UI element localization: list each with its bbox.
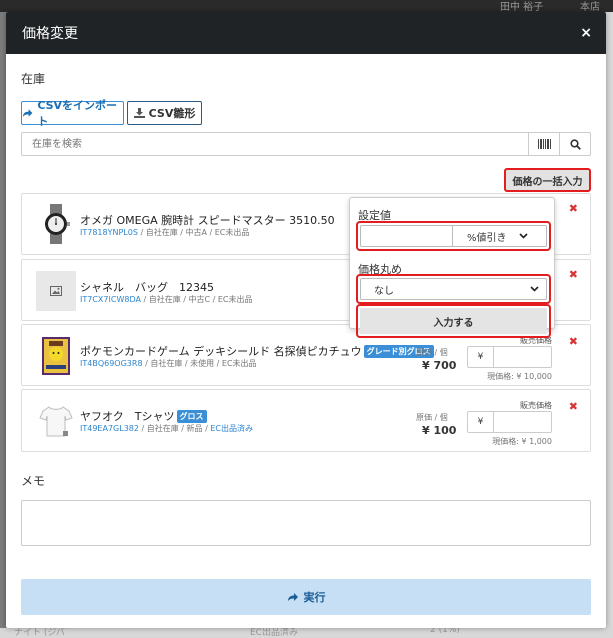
item-meta: IT7CX7ICW8DA / 自社在庫 / 中古C / EC未出品: [80, 294, 253, 305]
setting-value-highlight: %値引き: [356, 221, 551, 251]
item-name-text: ポケモンカードゲーム デッキシールド 名探偵ピカチュウ: [80, 345, 362, 358]
cost-value: ¥ 100: [422, 424, 457, 437]
pokemon-card-thumbnail: [36, 336, 76, 376]
delete-item-icon[interactable]: ✖: [569, 400, 578, 413]
bulk-price-input-button[interactable]: 価格の一括入力: [504, 168, 591, 192]
setting-value-group: %値引き: [360, 225, 547, 247]
sale-price-input[interactable]: [494, 412, 551, 432]
background-bottom-strip: ナイト (ジバ EC出品済み 2 (1%): [0, 625, 613, 638]
item-status-text: / 自社在庫 / 未使用 / EC未出品: [142, 359, 257, 368]
rounding-select[interactable]: なし: [360, 278, 547, 300]
discount-type-value: %値引き: [467, 232, 507, 244]
discount-type-select[interactable]: %値引き: [453, 229, 546, 244]
delete-item-icon[interactable]: ✖: [569, 335, 578, 348]
item-code-link[interactable]: IT7CX7ICW8DA: [80, 295, 141, 304]
price-change-modal: 価格変更 × 在庫 CSVをインポート CSV雛形 価格の一括入力 オメガ OM…: [6, 12, 606, 628]
rounding-highlight: なし: [356, 274, 551, 304]
share-arrow-icon: [287, 593, 298, 601]
share-arrow-icon: [22, 109, 33, 117]
execute-button[interactable]: 実行: [21, 579, 591, 615]
item-code-link[interactable]: IT4BQ69OG3R8: [80, 359, 143, 368]
item-code-link[interactable]: IT49EA7GL382: [80, 424, 139, 433]
sale-price-field: ¥: [467, 411, 552, 433]
modal-header: 価格変更 ×: [6, 12, 606, 54]
sale-price-input[interactable]: [494, 347, 551, 367]
memo-textarea[interactable]: [21, 500, 591, 546]
csv-import-label: CSVをインポート: [37, 99, 118, 128]
item-name: ヤフオク Tシャツ グロス: [80, 408, 207, 424]
execute-label: 実行: [303, 591, 326, 604]
rounding-value: なし: [374, 285, 394, 297]
cost-value: ¥ 700: [422, 359, 457, 372]
memo-label: メモ: [21, 474, 46, 488]
item-meta: IT7818YNPL0S / 自社在庫 / 中古A / EC未出品: [80, 227, 249, 238]
barcode-icon: [537, 139, 551, 149]
delete-item-icon[interactable]: ✖: [569, 202, 578, 215]
chevron-down-icon: [518, 233, 528, 239]
apply-highlight: 入力する: [356, 304, 551, 338]
inventory-search-box: [21, 132, 591, 156]
inventory-search-input[interactable]: [22, 133, 528, 155]
yen-addon: ¥: [468, 412, 494, 432]
cost-label: 原価 / 個: [416, 348, 448, 357]
apply-bulk-button[interactable]: 入力する: [360, 308, 547, 334]
background-top-bar: 田中 裕子 本店: [0, 0, 613, 13]
item-status-text: / 自社在庫 / 新品 /: [138, 424, 211, 433]
search-button[interactable]: [559, 133, 590, 155]
item-status-text: / 自社在庫 / 中古A / EC未出品: [137, 228, 250, 237]
tshirt-thumbnail: [36, 401, 76, 441]
gross-badge: グロス: [176, 410, 207, 423]
csv-template-label: CSV雛形: [148, 107, 196, 120]
barcode-button[interactable]: [528, 133, 559, 155]
watch-thumbnail: [36, 204, 76, 244]
item-name: シャネル バッグ 12345: [80, 281, 214, 294]
chevron-down-icon: [530, 286, 539, 292]
bulk-price-popup: 設定値 %値引き 価格丸め なし 入力する: [349, 197, 555, 338]
item-meta: IT4BQ69OG3R8 / 自社在庫 / 未使用 / EC未出品: [80, 358, 257, 369]
item-name: ポケモンカードゲーム デッキシールド 名探偵ピカチュウ グレード別グロス: [80, 343, 434, 359]
current-price: 現価格: ¥ 10,000: [487, 372, 552, 381]
inventory-section-label: 在庫: [21, 72, 46, 86]
item-code-link[interactable]: IT7818YNPL0S: [80, 228, 138, 237]
search-icon: [569, 138, 581, 150]
close-icon[interactable]: ×: [580, 25, 592, 41]
item-meta: IT49EA7GL382 / 自社在庫 / 新品 / EC出品済み: [80, 423, 253, 434]
csv-import-button[interactable]: CSVをインポート: [21, 99, 124, 128]
download-icon: [133, 108, 145, 118]
item-status-text: / 自社在庫 / 中古C / EC未出品: [140, 295, 253, 304]
inventory-item-card: ヤフオク Tシャツ グロス IT49EA7GL382 / 自社在庫 / 新品 / …: [21, 389, 591, 452]
sale-price-field: ¥: [467, 346, 552, 368]
ec-listed-link[interactable]: EC出品済み: [210, 424, 253, 433]
modal-title: 価格変更: [22, 26, 78, 42]
csv-template-button[interactable]: CSV雛形: [127, 101, 202, 125]
current-price: 現価格: ¥ 1,000: [492, 437, 552, 446]
yen-addon: ¥: [468, 347, 494, 367]
item-name-text: ヤフオク Tシャツ: [80, 410, 175, 423]
setting-value-input[interactable]: [361, 226, 453, 246]
sale-price-label: 販売価格: [520, 401, 552, 410]
image-placeholder-icon: [36, 271, 76, 311]
item-name: オメガ OMEGA 腕時計 スピードマスター 3510.50: [80, 214, 335, 227]
cost-label: 原価 / 個: [416, 413, 448, 422]
delete-item-icon[interactable]: ✖: [569, 268, 578, 281]
